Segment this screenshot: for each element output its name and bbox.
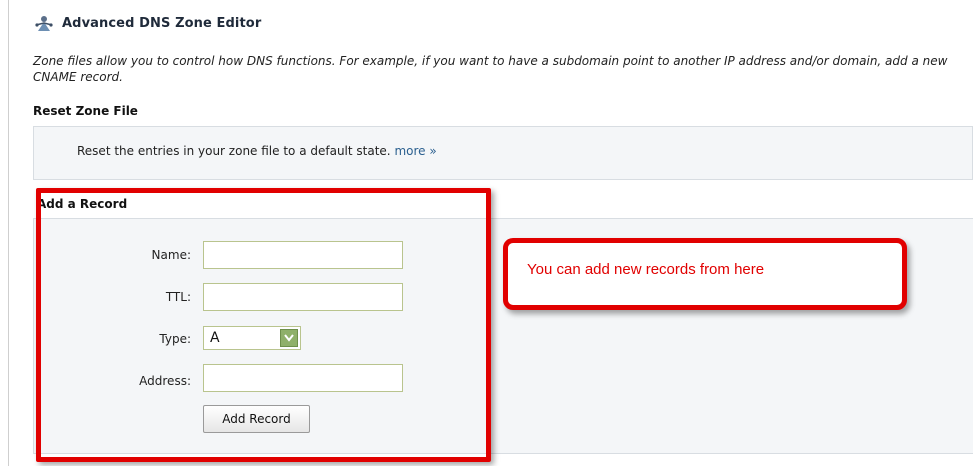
reset-zone-text: Reset the entries in your zone file to a… <box>77 144 437 158</box>
ttl-input[interactable] <box>203 283 403 311</box>
address-label: Address: <box>139 374 191 388</box>
reset-zone-heading: Reset Zone File <box>33 104 138 118</box>
type-label: Type: <box>159 332 191 346</box>
chevron-down-icon[interactable] <box>280 329 298 347</box>
dns-zone-editor-icon <box>35 16 53 31</box>
type-select[interactable]: A <box>203 326 301 350</box>
type-selected-value: A <box>210 330 220 346</box>
page-description: Zone files allow you to control how DNS … <box>33 54 948 84</box>
add-record-heading: Add a Record <box>37 197 128 211</box>
reset-zone-panel: Reset the entries in your zone file to a… <box>33 126 973 180</box>
name-input[interactable] <box>203 241 403 269</box>
page-header: Advanced DNS Zone Editor <box>34 12 261 34</box>
name-label: Name: <box>151 248 191 262</box>
annotation-callout: You can add new records from here <box>503 238 907 310</box>
reset-zone-description: Reset the entries in your zone file to a… <box>77 144 391 158</box>
page-title: Advanced DNS Zone Editor <box>62 15 262 31</box>
address-input[interactable] <box>203 364 403 392</box>
page-left-border <box>8 0 9 466</box>
callout-text: You can add new records from here <box>527 261 765 278</box>
add-record-button[interactable]: Add Record <box>203 405 310 433</box>
reset-more-link[interactable]: more » <box>394 144 436 158</box>
ttl-label: TTL: <box>165 290 191 304</box>
